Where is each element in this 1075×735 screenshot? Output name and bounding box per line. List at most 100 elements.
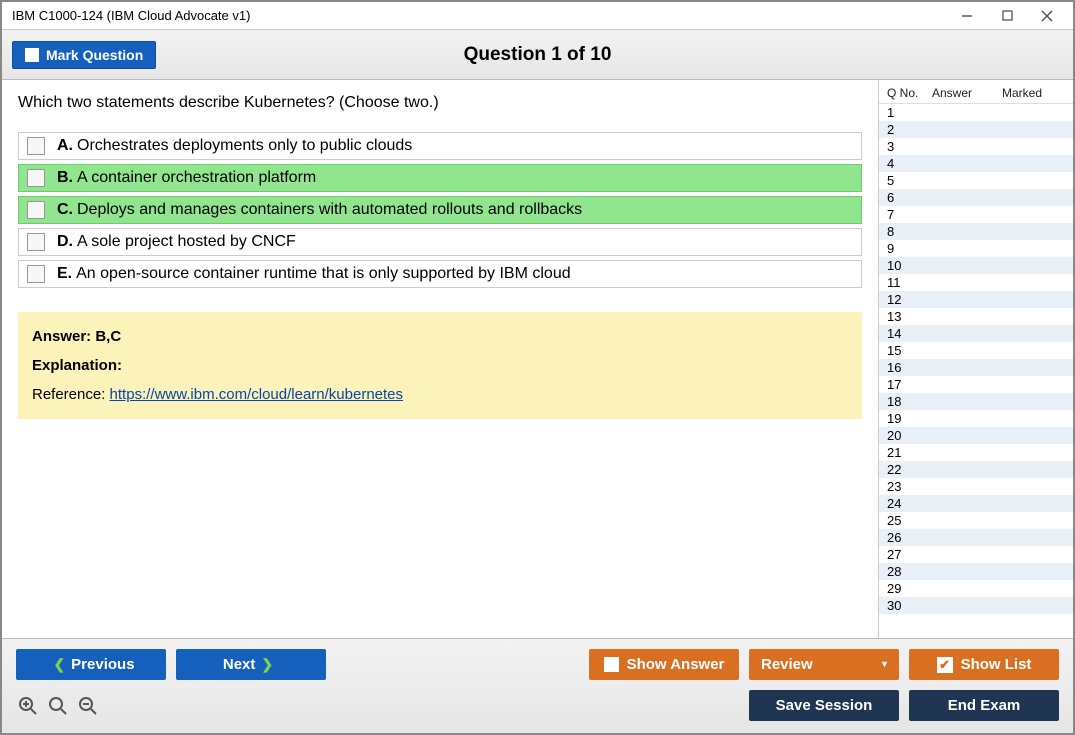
- question-list-row[interactable]: 18: [879, 393, 1073, 410]
- row-qno: 20: [887, 428, 932, 443]
- row-qno: 4: [887, 156, 932, 171]
- mark-question-label: Mark Question: [46, 47, 143, 63]
- show-list-button[interactable]: ✔ Show List: [909, 649, 1059, 680]
- row-qno: 27: [887, 547, 932, 562]
- app-window: IBM C1000-124 (IBM Cloud Advocate v1) Ma…: [0, 0, 1075, 735]
- end-exam-button[interactable]: End Exam: [909, 690, 1059, 721]
- question-list-row[interactable]: 15: [879, 342, 1073, 359]
- row-qno: 29: [887, 581, 932, 596]
- row-qno: 2: [887, 122, 932, 137]
- option-row[interactable]: C. Deploys and manages containers with a…: [18, 196, 862, 224]
- option-checkbox[interactable]: [27, 201, 45, 219]
- toolbar: Mark Question Question 1 of 10: [2, 30, 1073, 80]
- option-row[interactable]: E. An open-source container runtime that…: [18, 260, 862, 288]
- question-list-row[interactable]: 20: [879, 427, 1073, 444]
- close-button[interactable]: [1027, 3, 1067, 28]
- window-title: IBM C1000-124 (IBM Cloud Advocate v1): [8, 8, 250, 23]
- question-list-row[interactable]: 17: [879, 376, 1073, 393]
- option-row[interactable]: B. A container orchestration platform: [18, 164, 862, 192]
- row-qno: 23: [887, 479, 932, 494]
- mark-question-button[interactable]: Mark Question: [12, 41, 156, 69]
- zoom-out-button[interactable]: [76, 694, 100, 718]
- question-list-row[interactable]: 5: [879, 172, 1073, 189]
- question-list-row[interactable]: 14: [879, 325, 1073, 342]
- question-list-row[interactable]: 8: [879, 223, 1073, 240]
- option-row[interactable]: A. Orchestrates deployments only to publ…: [18, 132, 862, 160]
- maximize-icon: [1002, 10, 1013, 21]
- row-qno: 12: [887, 292, 932, 307]
- row-qno: 8: [887, 224, 932, 239]
- question-list-row[interactable]: 23: [879, 478, 1073, 495]
- question-list-row[interactable]: 11: [879, 274, 1073, 291]
- question-list-row[interactable]: 4: [879, 155, 1073, 172]
- question-list-row[interactable]: 9: [879, 240, 1073, 257]
- question-list-row[interactable]: 6: [879, 189, 1073, 206]
- question-list-row[interactable]: 13: [879, 308, 1073, 325]
- checkbox-icon: [25, 48, 39, 62]
- magnifier-icon: [48, 696, 68, 716]
- minimize-button[interactable]: [947, 3, 987, 28]
- options-list: A. Orchestrates deployments only to publ…: [18, 132, 862, 292]
- row-qno: 16: [887, 360, 932, 375]
- zoom-reset-button[interactable]: [46, 694, 70, 718]
- col-qno: Q No.: [887, 86, 932, 100]
- option-text: Deploys and manages containers with auto…: [77, 201, 582, 219]
- option-checkbox[interactable]: [27, 233, 45, 251]
- explanation-panel: Answer: B,C Explanation: Reference: http…: [18, 312, 862, 419]
- reference-link[interactable]: https://www.ibm.com/cloud/learn/kubernet…: [110, 386, 403, 403]
- question-list-row[interactable]: 24: [879, 495, 1073, 512]
- zoom-in-icon: [18, 696, 38, 716]
- question-list-row[interactable]: 3: [879, 138, 1073, 155]
- question-list-row[interactable]: 30: [879, 597, 1073, 614]
- question-header: Question 1 of 10: [2, 44, 1073, 66]
- question-list-header: Q No. Answer Marked: [879, 80, 1073, 104]
- row-qno: 5: [887, 173, 932, 188]
- question-list-row[interactable]: 27: [879, 546, 1073, 563]
- check-icon: ✔: [937, 657, 953, 673]
- maximize-button[interactable]: [987, 3, 1027, 28]
- question-list-row[interactable]: 26: [879, 529, 1073, 546]
- option-text: A sole project hosted by CNCF: [77, 233, 296, 251]
- question-list-row[interactable]: 29: [879, 580, 1073, 597]
- question-list-row[interactable]: 21: [879, 444, 1073, 461]
- minimize-icon: [961, 10, 973, 22]
- next-label: Next: [223, 656, 256, 673]
- titlebar: IBM C1000-124 (IBM Cloud Advocate v1): [2, 2, 1073, 30]
- previous-label: Previous: [71, 656, 134, 673]
- question-list-row[interactable]: 22: [879, 461, 1073, 478]
- question-list-row[interactable]: 10: [879, 257, 1073, 274]
- previous-button[interactable]: ❮ Previous: [16, 649, 166, 680]
- option-text: A container orchestration platform: [77, 169, 316, 187]
- review-button[interactable]: Review ▾: [749, 649, 899, 680]
- option-checkbox[interactable]: [27, 169, 45, 187]
- question-list-row[interactable]: 7: [879, 206, 1073, 223]
- question-list[interactable]: 1234567891011121314151617181920212223242…: [879, 104, 1073, 638]
- chevron-right-icon: ❯: [261, 656, 273, 673]
- save-session-button[interactable]: Save Session: [749, 690, 899, 721]
- question-list-row[interactable]: 16: [879, 359, 1073, 376]
- row-qno: 28: [887, 564, 932, 579]
- row-qno: 6: [887, 190, 932, 205]
- question-list-row[interactable]: 28: [879, 563, 1073, 580]
- row-qno: 22: [887, 462, 932, 477]
- option-checkbox[interactable]: [27, 137, 45, 155]
- question-list-row[interactable]: 1: [879, 104, 1073, 121]
- option-checkbox[interactable]: [27, 265, 45, 283]
- question-list-row[interactable]: 25: [879, 512, 1073, 529]
- show-answer-label: Show Answer: [627, 656, 725, 673]
- question-list-row[interactable]: 12: [879, 291, 1073, 308]
- show-answer-button[interactable]: Show Answer: [589, 649, 739, 680]
- chevron-left-icon: ❮: [53, 656, 65, 673]
- next-button[interactable]: Next ❯: [176, 649, 326, 680]
- question-list-panel: Q No. Answer Marked 12345678910111213141…: [878, 80, 1073, 638]
- option-row[interactable]: D. A sole project hosted by CNCF: [18, 228, 862, 256]
- zoom-in-button[interactable]: [16, 694, 40, 718]
- zoom-controls: [16, 694, 100, 718]
- question-list-row[interactable]: 2: [879, 121, 1073, 138]
- review-label: Review: [761, 656, 813, 673]
- end-exam-label: End Exam: [948, 697, 1021, 714]
- row-qno: 24: [887, 496, 932, 511]
- row-qno: 11: [887, 275, 932, 290]
- question-list-row[interactable]: 19: [879, 410, 1073, 427]
- row-qno: 19: [887, 411, 932, 426]
